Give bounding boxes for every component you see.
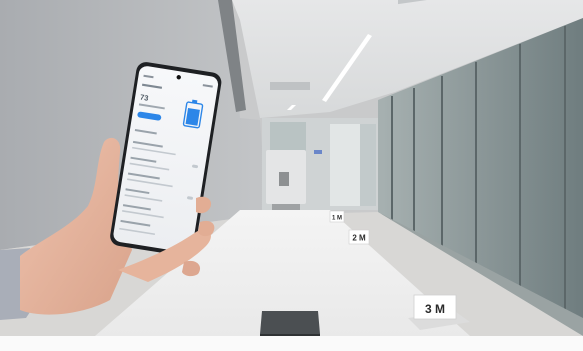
distance-sign-far: 1 M xyxy=(329,210,345,223)
bottom-strip xyxy=(0,336,583,351)
svg-text:1 M: 1 M xyxy=(332,216,342,222)
distance-sign-mid: 2 M xyxy=(348,229,370,245)
door-sign xyxy=(314,150,322,154)
finger xyxy=(182,260,201,277)
glass-door xyxy=(360,124,376,206)
ceiling-vent xyxy=(270,82,310,90)
svg-text:3 M: 3 M xyxy=(425,302,445,316)
battery-fill xyxy=(185,107,200,126)
svg-text:2 M: 2 M xyxy=(352,234,366,243)
finger xyxy=(198,220,215,237)
battery-percent: 73 xyxy=(139,93,149,103)
scene-svg: 1 M 2 M 3 M 73 xyxy=(0,0,583,351)
tablet-on-table xyxy=(260,311,320,334)
photo-scene: 1 M 2 M 3 M 73 xyxy=(0,0,583,351)
glass-door xyxy=(330,124,360,206)
